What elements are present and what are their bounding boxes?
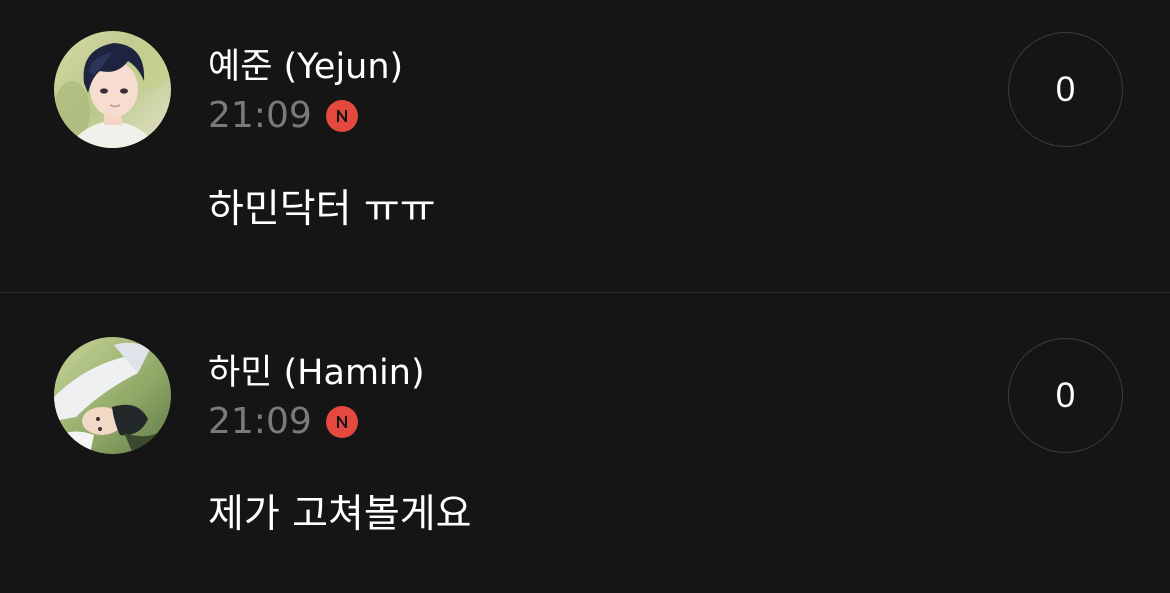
avatar[interactable] [54,31,171,148]
comment-time: 21:09 [208,401,312,442]
avatar[interactable] [54,337,171,454]
like-button[interactable]: 0 [1008,338,1123,453]
comment-author[interactable]: 하민 (Hamin) [208,353,425,393]
comment-text: 제가 고쳐볼게요 [208,492,472,537]
comment-item: 하민 (Hamin) 21:09 제가 고쳐볼게요 0 [0,293,1170,593]
new-n-icon [325,406,358,438]
comment-item: 예준 (Yejun) 21:09 하민닥터 ㅠㅠ 0 [0,0,1170,292]
like-button[interactable]: 0 [1008,32,1123,147]
comment-meta: 21:09 [208,402,358,442]
new-n-icon [325,100,358,132]
comment-text: 하민닥터 ㅠㅠ [208,187,436,232]
comment-author[interactable]: 예준 (Yejun) [208,47,403,87]
comment-meta: 21:09 [208,96,358,136]
comment-time: 21:09 [208,95,312,136]
